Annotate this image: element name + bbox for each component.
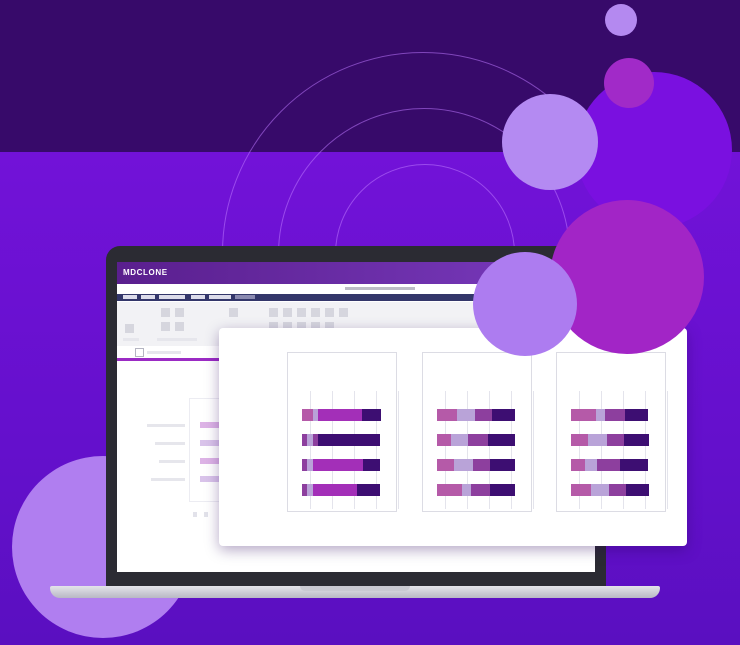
stacked-bar-segment bbox=[596, 409, 605, 421]
stacked-bar-segment bbox=[620, 459, 648, 471]
tool-icon[interactable] bbox=[269, 308, 278, 317]
stacked-bar-segment bbox=[471, 484, 490, 496]
stacked-bar-segment bbox=[591, 484, 609, 496]
brand-logo: MDCLONE bbox=[123, 268, 168, 277]
laptop-notch bbox=[300, 586, 410, 591]
stacked-bar-segment bbox=[609, 484, 626, 496]
nav-tab[interactable] bbox=[123, 295, 137, 299]
tool-icon[interactable] bbox=[311, 308, 320, 317]
nav-tab[interactable] bbox=[159, 295, 185, 299]
stacked-bar-segment bbox=[625, 409, 648, 421]
stacked-bar-segment bbox=[490, 484, 515, 496]
stacked-bar-segment bbox=[624, 434, 649, 446]
chart-grid-line bbox=[398, 391, 399, 509]
stacked-bar-segment bbox=[571, 459, 585, 471]
chart-grid-line bbox=[533, 391, 534, 509]
stacked-bar-segment bbox=[488, 434, 515, 446]
tab-label bbox=[147, 351, 181, 354]
decor-circle-tiny bbox=[605, 4, 637, 36]
chart-panel bbox=[219, 328, 687, 546]
stacked-bar-segment bbox=[362, 409, 381, 421]
stacked-bar-segment bbox=[571, 484, 591, 496]
tool-icon[interactable] bbox=[297, 308, 306, 317]
chart-grid-line bbox=[667, 391, 668, 509]
ghost-bar bbox=[200, 422, 220, 428]
stacked-bar-segment bbox=[302, 409, 313, 421]
stacked-bar-segment bbox=[437, 484, 462, 496]
nav-tab[interactable] bbox=[235, 295, 255, 299]
tool-icon[interactable] bbox=[229, 308, 238, 317]
nav-tab[interactable] bbox=[141, 295, 155, 299]
stacked-bar-segment bbox=[571, 409, 596, 421]
stacked-bar-segment bbox=[457, 409, 475, 421]
ghost-bar bbox=[200, 476, 220, 482]
tool-icon[interactable] bbox=[175, 308, 184, 317]
tool-icon[interactable] bbox=[339, 308, 348, 317]
ghost-axis-label bbox=[147, 424, 185, 427]
stacked-bar-segment bbox=[473, 459, 490, 471]
chart-card-2 bbox=[422, 352, 534, 512]
stacked-bar-segment bbox=[437, 434, 451, 446]
ghost-axis-label bbox=[151, 478, 185, 481]
decor-circle-lavender-top bbox=[502, 94, 598, 190]
stacked-bar-segment bbox=[451, 434, 468, 446]
stacked-bar-segment bbox=[318, 434, 380, 446]
stacked-bar-segment bbox=[313, 459, 363, 471]
decor-circle-small-magenta bbox=[604, 58, 654, 108]
stacked-bar-segment bbox=[437, 459, 454, 471]
stacked-bar-segment bbox=[313, 484, 357, 496]
address-bar[interactable] bbox=[345, 287, 415, 290]
stacked-bar-segment bbox=[454, 459, 473, 471]
stacked-bar-segment bbox=[437, 409, 457, 421]
tool-icon[interactable] bbox=[283, 308, 292, 317]
stacked-bar-segment bbox=[357, 484, 380, 496]
stacked-bar-segment bbox=[605, 409, 625, 421]
stacked-bar-segment bbox=[626, 484, 649, 496]
stacked-bar-segment bbox=[588, 434, 607, 446]
stacked-bar-segment bbox=[462, 484, 471, 496]
ghost-bar bbox=[200, 458, 220, 464]
tool-icon[interactable] bbox=[161, 308, 170, 317]
decor-circle-magenta bbox=[550, 200, 704, 354]
ghost-legend bbox=[193, 512, 197, 517]
stacked-bar-segment bbox=[363, 459, 380, 471]
ghost-legend bbox=[204, 512, 208, 517]
chart-card-3 bbox=[556, 352, 668, 512]
toolbar-label bbox=[123, 338, 139, 341]
stacked-bar-segment bbox=[490, 459, 515, 471]
decor-circle-lavender-mid bbox=[473, 252, 577, 356]
ghost-chart-frame bbox=[189, 398, 221, 502]
ghost-bar bbox=[200, 440, 220, 446]
stacked-bar-segment bbox=[585, 459, 597, 471]
tab-checkbox[interactable] bbox=[135, 348, 144, 357]
tool-icon[interactable] bbox=[161, 322, 170, 331]
nav-tab[interactable] bbox=[191, 295, 205, 299]
chart-card-1 bbox=[287, 352, 399, 512]
stacked-bar-segment bbox=[597, 459, 620, 471]
nav-tab[interactable] bbox=[209, 295, 231, 299]
ghost-axis-label bbox=[159, 460, 185, 463]
stacked-bar-segment bbox=[492, 409, 515, 421]
tool-icon[interactable] bbox=[325, 308, 334, 317]
stacked-bar-segment bbox=[318, 409, 362, 421]
tool-icon[interactable] bbox=[175, 322, 184, 331]
ghost-axis-label bbox=[155, 442, 185, 445]
stacked-bar-segment bbox=[571, 434, 588, 446]
stacked-bar-segment bbox=[468, 434, 488, 446]
toolbar-label bbox=[157, 338, 197, 341]
tool-icon[interactable] bbox=[125, 324, 134, 333]
stacked-bar-segment bbox=[475, 409, 492, 421]
stacked-bar-segment bbox=[607, 434, 624, 446]
